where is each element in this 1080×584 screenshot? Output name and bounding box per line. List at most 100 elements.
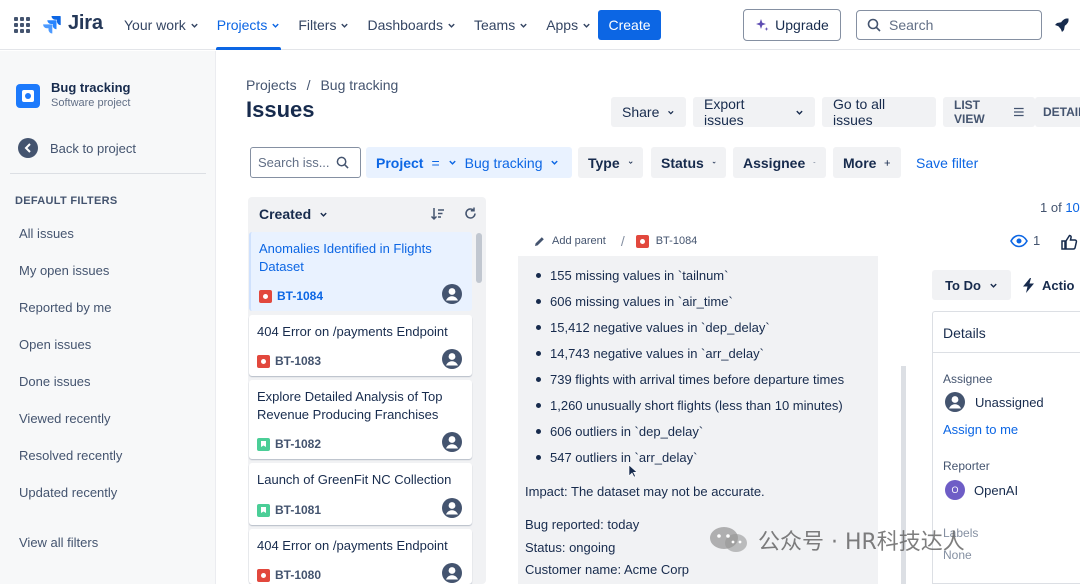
nav-apps[interactable]: Apps [537,0,600,50]
description-bullet: 14,743 negative values in `arr_delay` [536,346,764,361]
more-filters-button[interactable]: More [833,147,901,178]
create-button[interactable]: Create [598,10,661,40]
save-filter-link[interactable]: Save filter [916,155,978,171]
search-icon [336,156,349,169]
issue-title: Explore Detailed Analysis of Top Revenue… [257,389,443,422]
filter-viewed-recently[interactable]: Viewed recently [19,411,111,426]
global-search-input[interactable]: Search [856,10,1042,40]
issue-title: 404 Error on /payments Endpoint [257,538,448,553]
logo-text: Jira [68,12,103,34]
assign-to-me-link[interactable]: Assign to me [943,422,1018,437]
app-switcher-icon[interactable] [13,16,31,34]
list-view-button[interactable]: LIST VIEW [943,97,1035,127]
status-dropdown[interactable]: To Do [932,270,1011,300]
unassigned-avatar-icon[interactable] [441,562,463,584]
main-nav: Your work Projects Filters Dashboards Te… [115,0,600,50]
view-all-filters-link[interactable]: View all filters [19,535,98,550]
thumbs-up-icon[interactable] [1060,233,1078,251]
issue-card-bt-1082[interactable]: Explore Detailed Analysis of Top Revenue… [249,380,472,459]
issue-card-bt-1084[interactable]: Anomalies Identified in Flights Dataset … [249,232,472,311]
assignee-field[interactable]: Unassigned [944,391,1044,413]
filter-reported-by-me[interactable]: Reported by me [19,300,112,315]
issue-key: BT-1083 [257,354,321,368]
details-heading[interactable]: Details [943,325,986,341]
detail-view-button[interactable]: DETAIL [1035,97,1080,127]
unassigned-avatar-icon[interactable] [441,497,463,519]
chevron-down-icon [448,160,456,165]
type-filter-label: Type [588,154,620,171]
actions-button[interactable]: Actio [1022,270,1075,300]
filter-resolved-recently[interactable]: Resolved recently [19,448,122,463]
reporter-field[interactable]: O OpenAI [945,480,1018,500]
description-bullet: 606 missing values in `air_time` [536,294,733,309]
unassigned-avatar-icon[interactable] [441,283,463,305]
nav-label: Dashboards [367,17,443,33]
jira-logo[interactable]: Jira [42,12,103,35]
watermark-text: 公众号 · HR科技达人 [758,530,965,555]
chevron-down-icon [341,23,349,28]
issue-key: BT-1082 [257,437,321,451]
assignee-filter[interactable]: Assignee [733,147,826,178]
nav-projects[interactable]: Projects [208,0,290,50]
sort-order-icon[interactable] [430,206,445,221]
detail-separator: / [620,233,625,249]
page-title: Issues [246,97,315,122]
nav-filters[interactable]: Filters [289,0,358,50]
go-to-all-issues-button[interactable]: Go to all issues [822,96,936,128]
chevron-down-icon [520,23,527,28]
sort-by-created[interactable]: Created [259,206,328,222]
watch-button[interactable]: 1 [1010,233,1040,248]
export-issues-button[interactable]: Export issues [693,96,815,128]
filter-my-open-issues[interactable]: My open issues [19,263,109,278]
search-placeholder: Search [889,17,934,33]
filter-updated-recently[interactable]: Updated recently [19,485,117,500]
type-filter[interactable]: Type [578,147,643,178]
issue-key-text: BT-1080 [275,568,322,582]
chevron-down-icon [191,23,198,28]
actions-label: Actio [1042,277,1075,293]
breadcrumb-bug-tracking[interactable]: Bug tracking [320,77,398,93]
share-button[interactable]: Share [611,97,686,127]
nav-teams[interactable]: Teams [465,0,537,50]
notifications-icon[interactable] [1052,15,1072,35]
pencil-icon [535,236,544,246]
unassigned-avatar-icon[interactable] [441,431,463,453]
issue-title: Launch of GreenFit NC Collection [257,472,452,487]
refresh-icon[interactable] [463,206,478,221]
unassigned-avatar-icon[interactable] [441,348,463,370]
top-navigation: Jira Your work Projects Filters Dashboar… [0,0,1080,50]
filter-open-issues[interactable]: Open issues [19,337,91,352]
upgrade-button[interactable]: Upgrade [743,9,841,41]
back-to-project-link[interactable]: Back to project [18,138,136,158]
issue-key: BT-1084 [259,289,323,303]
project-filter[interactable]: Project = Bug tracking [366,147,572,178]
filter-done-issues[interactable]: Done issues [19,374,91,389]
chevron-down-icon [668,110,674,115]
add-parent-link[interactable]: Add parent [552,235,606,247]
issue-card-bt-1081[interactable]: Launch of GreenFit NC Collection BT-1081 [249,463,472,525]
filter-all-issues[interactable]: All issues [19,226,74,241]
project-header[interactable]: Bug tracking Software project [16,80,130,109]
pagination-total[interactable]: 10 [1065,200,1079,215]
nav-dashboards[interactable]: Dashboards [358,0,465,50]
chevron-down-icon [448,23,455,28]
breadcrumb-projects[interactable]: Projects [246,77,297,93]
description-bullet: 547 outliers in `arr_delay` [536,450,697,465]
assignee-label: Assignee [943,372,993,386]
description-bullet: 155 missing values in `tailnum` [536,268,728,283]
bug-type-icon [257,354,270,368]
issue-key-text: BT-1082 [275,437,322,451]
issue-search-input[interactable]: Search iss... [250,147,361,178]
breadcrumb-separator: / [306,77,311,93]
detail-issue-key[interactable]: BT-1084 [656,235,698,247]
status-filter[interactable]: Status [651,147,726,178]
sparkle-icon [756,19,769,31]
issue-card-bt-1083[interactable]: 404 Error on /payments Endpoint BT-1083 [249,315,472,376]
nav-your-work[interactable]: Your work [115,0,208,50]
issue-card-bt-1080[interactable]: 404 Error on /payments Endpoint BT-1080 [249,529,472,584]
description-bullet: 606 outliers in `dep_delay` [536,424,703,439]
issue-list-scrollbar[interactable] [476,233,482,283]
project-sidebar [0,51,216,584]
sidebar-divider [10,173,206,174]
issue-key-text: BT-1083 [275,354,322,368]
